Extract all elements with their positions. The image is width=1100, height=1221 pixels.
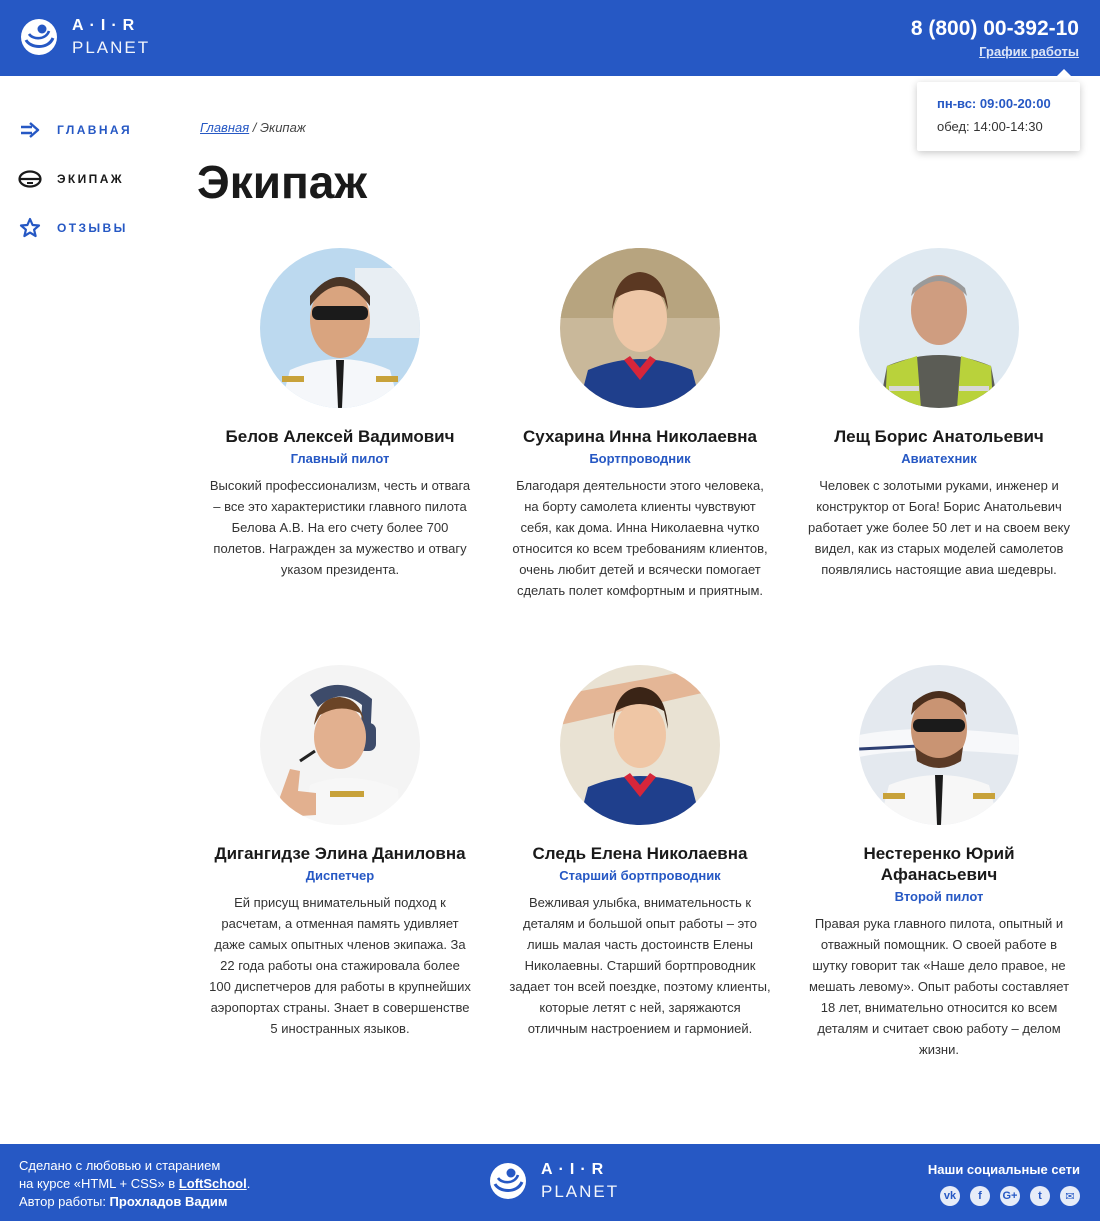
crew-name: Белов Алексей Вадимович (225, 427, 455, 446)
header-logo[interactable]: A·I·R PLANET (20, 18, 150, 56)
footer-line2: на курсе «HTML + CSS» в LoftSchool. (19, 1175, 250, 1193)
crew-photo (859, 248, 1019, 408)
nav-label-crew: ЭКИПАЖ (57, 172, 125, 186)
crew-photo (260, 665, 420, 825)
schedule-popup: пн-вс: 09:00-20:00 обед: 14:00-14:30 (917, 82, 1080, 151)
breadcrumb-current: Экипаж (260, 120, 306, 135)
planet-logo-icon (20, 18, 58, 56)
crew-card: Дигангидзе Элина Даниловна Диспетчер Ей … (205, 665, 475, 1039)
crew-card: Сухарина Инна Николаевна Бортпроводник Б… (505, 248, 775, 601)
planet-logo-icon (489, 1162, 527, 1200)
pilot-cap-icon (18, 167, 42, 191)
crew-name: Сухарина Инна Николаевна (523, 427, 757, 446)
crew-description: Вежливая улыбка, внимательность к деталя… (509, 895, 771, 1036)
crew-description: Благодаря деятельности этого человека, н… (512, 478, 768, 598)
mail-icon[interactable]: ✉ (1060, 1186, 1080, 1206)
crew-card: Лещ Борис Анатольевич Авиатехник Человек… (804, 248, 1074, 580)
crew-card: Следь Елена Николаевна Старший бортпрово… (505, 665, 775, 1039)
nav-item-reviews[interactable]: ОТЗЫВЫ (18, 216, 132, 240)
crew-name: Нестеренко Юрий Афанасьевич (863, 844, 1015, 884)
social-links: vk f G+ t ✉ (940, 1186, 1080, 1206)
header-phone[interactable]: 8 (800) 00-392-10 (911, 17, 1079, 41)
crew-role: Авиатехник (901, 451, 977, 466)
footer-author: Автор работы: Прохладов Вадим (19, 1193, 250, 1211)
crew-role: Главный пилот (290, 451, 390, 466)
breadcrumb: Главная / Экипаж (200, 120, 306, 135)
twitter-icon[interactable]: t (1030, 1186, 1050, 1206)
star-icon (18, 216, 42, 240)
footer-author-label: Автор работы: (19, 1194, 110, 1209)
footer-line1: Сделано с любовью и старанием (19, 1158, 221, 1173)
crew-card: Белов Алексей Вадимович Главный пилот Вы… (205, 248, 475, 580)
footer-dot: . (246, 1176, 251, 1191)
brand-line1: A·I·R (541, 1161, 610, 1178)
breadcrumb-separator: / (249, 120, 261, 135)
crew-card: Нестеренко Юрий Афанасьевич Второй пилот… (804, 665, 1074, 1060)
crew-photo (260, 248, 420, 408)
crew-role: Бортпроводник (589, 451, 691, 466)
crew-photo (859, 665, 1019, 825)
crew-description: Высокий профессионализм, честь и отвага … (209, 478, 471, 577)
crew-description: Ей присущ внимательный подход к расчетам… (209, 895, 471, 1036)
nav-label-main: ГЛАВНАЯ (57, 123, 133, 137)
nav-item-main[interactable]: ГЛАВНАЯ (18, 118, 132, 142)
crew-description: Человек с золотыми руками, инженер и кон… (808, 478, 1070, 577)
breadcrumb-home-link[interactable]: Главная (200, 120, 249, 135)
schedule-link[interactable]: График работы (979, 44, 1079, 59)
crew-photo (560, 665, 720, 825)
crew-photo (560, 248, 720, 408)
vk-icon[interactable]: vk (940, 1186, 960, 1206)
google-plus-icon[interactable]: G+ (1000, 1186, 1020, 1206)
arrow-right-icon (18, 118, 42, 142)
crew-role: Старший бортпроводник (559, 868, 721, 883)
footer-course: на курсе «HTML + CSS» в (19, 1176, 179, 1191)
footer-logo[interactable]: A·I·R PLANET (489, 1162, 619, 1200)
crew-name: Лещ Борис Анатольевич (834, 427, 1044, 446)
footer-credits: Сделано с любовью и старанием на курсе «… (19, 1157, 250, 1211)
crew-description: Правая рука главного пилота, опытный и о… (808, 916, 1070, 1057)
nav-item-crew[interactable]: ЭКИПАЖ (18, 167, 132, 191)
crew-role: Диспетчер (305, 868, 375, 883)
page-title: Экипаж (197, 156, 368, 208)
brand-line2: PLANET (72, 38, 151, 57)
schedule-days: пн-вс: 09:00-20:00 (937, 96, 1051, 111)
crew-name: Дигангидзе Элина Даниловна (214, 844, 466, 863)
crew-role: Второй пилот (894, 889, 984, 904)
nav-label-reviews: ОТЗЫВЫ (57, 221, 128, 235)
social-title: Наши социальные сети (927, 1162, 1080, 1177)
brand-line1: A·I·R (72, 17, 141, 34)
crew-name: Следь Елена Николаевна (532, 844, 748, 863)
site-footer: Сделано с любовью и старанием на курсе «… (0, 1144, 1100, 1221)
brand-line2: PLANET (541, 1182, 620, 1201)
footer-author-name: Прохладов Вадим (109, 1194, 228, 1209)
site-header: A·I·R PLANET 8 (800) 00-392-10 График ра… (0, 0, 1100, 77)
sidebar-nav: ГЛАВНАЯ ЭКИПАЖ ОТЗЫВЫ (18, 118, 132, 265)
schedule-lunch: обед: 14:00-14:30 (937, 119, 1043, 134)
facebook-icon[interactable]: f (970, 1186, 990, 1206)
loftschool-link[interactable]: LoftSchool (179, 1176, 247, 1191)
schedule-popup-arrow (1056, 69, 1072, 77)
